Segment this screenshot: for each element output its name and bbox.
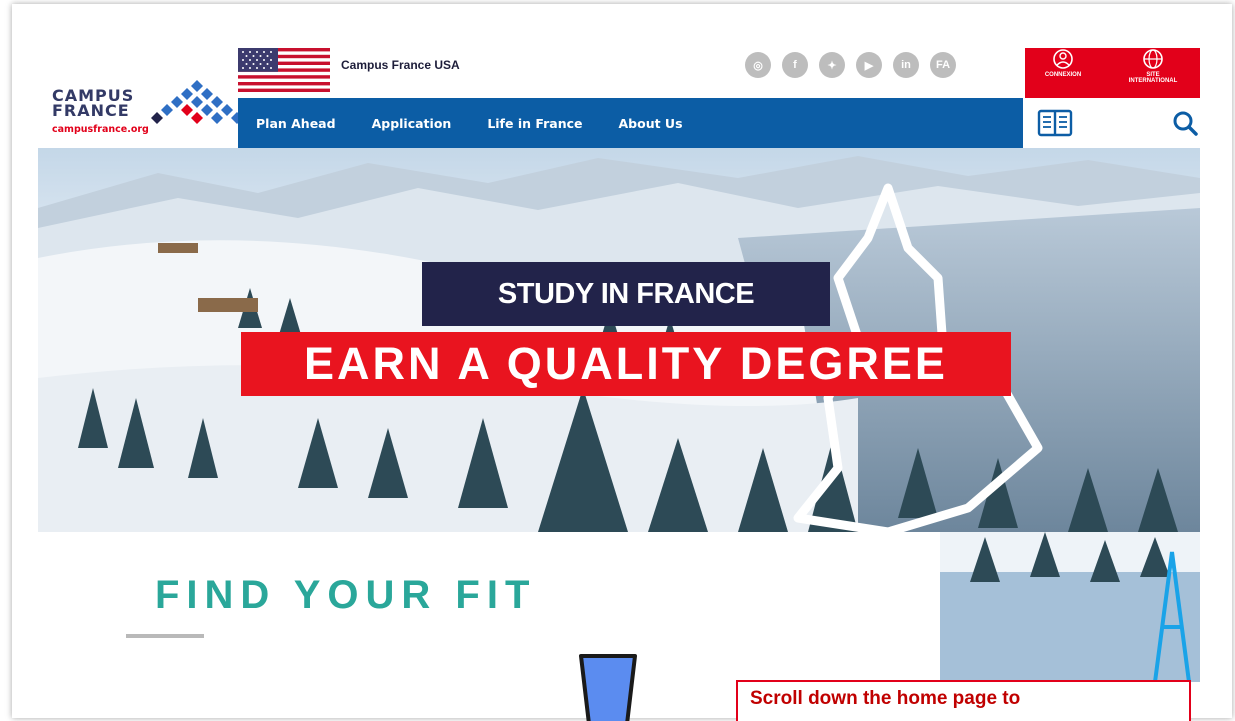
logo-line-2: FRANCE — [52, 101, 130, 120]
twitter-icon[interactable]: ✦ — [819, 52, 845, 78]
nav-item-application[interactable]: Application — [372, 116, 452, 131]
instruction-callout: Scroll down the home page to — [736, 680, 1191, 721]
utility-box: CONNEXION SITE INTERNATIONAL — [1025, 48, 1200, 98]
facebook-icon[interactable]: f — [782, 52, 808, 78]
nav-item-plan-ahead[interactable]: Plan Ahead — [256, 116, 336, 131]
social-links: ◎ f ✦ ▶ in FA — [745, 52, 956, 78]
fa-icon[interactable]: FA — [930, 52, 956, 78]
site-international-button[interactable]: SITE INTERNATIONAL — [1113, 48, 1193, 84]
country-selector-label[interactable]: Campus France USA — [341, 58, 460, 72]
globe-icon — [1143, 49, 1163, 69]
callout-text: Scroll down the home page to — [750, 688, 1021, 709]
logo-diamonds-icon — [151, 80, 243, 124]
youtube-icon[interactable]: ▶ — [856, 52, 882, 78]
campus-france-logo[interactable]: CAMPUS FRANCE campusfrance.org — [52, 80, 247, 150]
logo-wordmark: CAMPUS FRANCE — [52, 88, 134, 120]
connexion-label: CONNEXION — [1044, 72, 1082, 78]
user-icon — [1053, 49, 1073, 69]
down-arrow-icon — [579, 654, 637, 721]
search-icon[interactable] — [1172, 110, 1198, 136]
main-nav: Plan Ahead Application Life in France Ab… — [238, 98, 1023, 148]
hero-tagline: STUDY IN FRANCE — [422, 262, 830, 326]
section-divider — [126, 634, 204, 638]
linkedin-icon[interactable]: in — [893, 52, 919, 78]
international-label: INTERNATIONAL — [1128, 78, 1178, 84]
hero-headline: EARN A QUALITY DEGREE — [241, 332, 1011, 396]
book-icon[interactable] — [1037, 108, 1073, 138]
nav-tools — [1025, 98, 1200, 148]
hero-image-continuation — [940, 532, 1200, 682]
instagram-icon[interactable]: ◎ — [745, 52, 771, 78]
usa-flag-icon[interactable] — [238, 48, 330, 92]
logo-url: campusfrance.org — [52, 124, 149, 135]
section-title: FIND YOUR FIT — [155, 573, 537, 617]
nav-item-about-us[interactable]: About Us — [619, 116, 683, 131]
nav-item-life-in-france[interactable]: Life in France — [487, 116, 582, 131]
connexion-button[interactable]: CONNEXION — [1033, 48, 1093, 78]
